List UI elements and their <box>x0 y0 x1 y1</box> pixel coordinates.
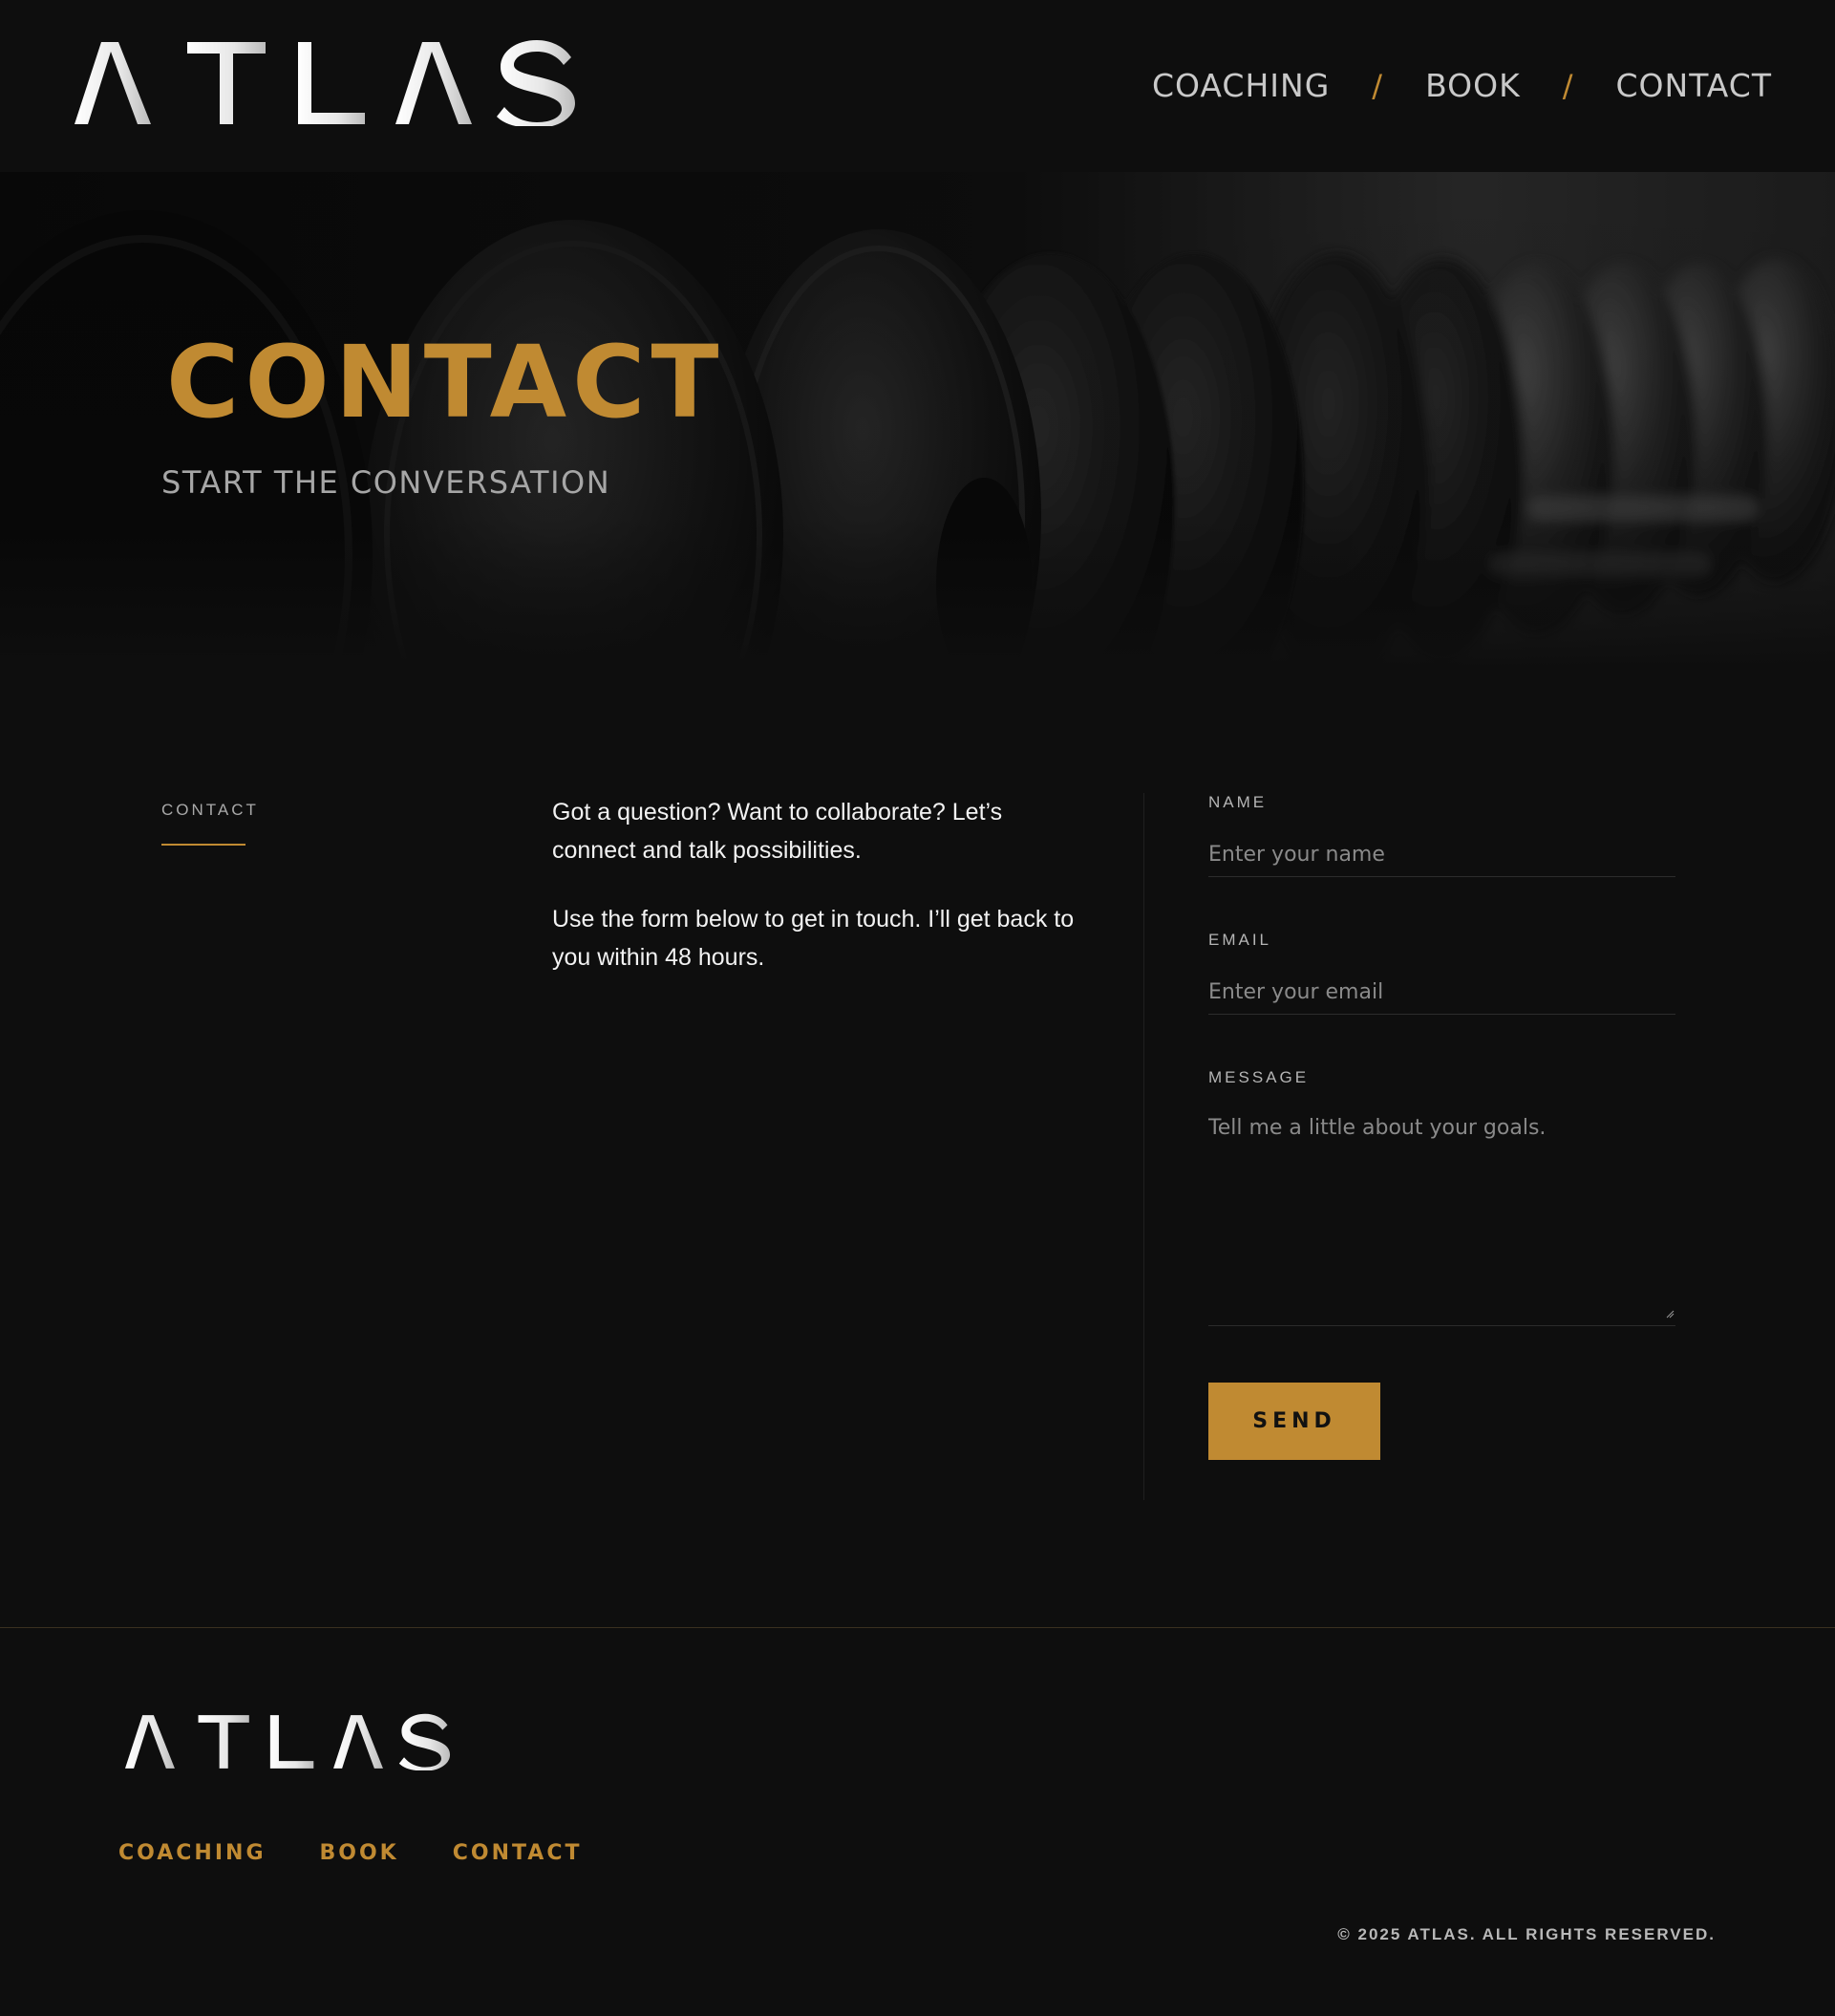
nav-link-coaching[interactable]: COACHING <box>1152 67 1330 104</box>
nav-link-book[interactable]: BOOK <box>1425 67 1521 104</box>
send-button[interactable]: SEND <box>1208 1383 1380 1460</box>
email-input[interactable] <box>1208 971 1675 1015</box>
intro-text: Got a question? Want to collaborate? Let… <box>552 793 1087 1007</box>
footer-nav: COACHING BOOK CONTACT <box>118 1841 635 1865</box>
name-input[interactable] <box>1208 833 1675 877</box>
footer-link-contact[interactable]: CONTACT <box>453 1841 583 1865</box>
atlas-logo <box>125 1713 451 1770</box>
hero-title: CONTACT <box>166 324 725 440</box>
name-label: NAME <box>1208 793 1268 811</box>
copyright-text: © 2025 ATLAS. ALL RIGHTS RESERVED. <box>1337 1925 1716 1943</box>
intro-paragraph: Got a question? Want to collaborate? Let… <box>552 799 1003 864</box>
site-header: COACHING / BOOK / CONTACT <box>0 0 1835 172</box>
message-textarea[interactable] <box>1208 1116 1675 1326</box>
email-label: EMAIL <box>1208 931 1272 949</box>
section-label-underline <box>161 844 245 846</box>
message-label: MESSAGE <box>1208 1068 1310 1086</box>
footer-link-book[interactable]: BOOK <box>320 1841 399 1865</box>
hero-subtitle: START THE CONVERSATION <box>161 464 611 501</box>
footer-divider <box>0 1627 1835 1628</box>
resize-grip-icon[interactable] <box>1665 1309 1675 1319</box>
nav-separator: / <box>1562 67 1574 104</box>
column-divider <box>1143 793 1144 1500</box>
intro-paragraph: Use the form below to get in touch. I’ll… <box>552 906 1075 971</box>
nav-link-contact[interactable]: CONTACT <box>1616 67 1773 104</box>
section-label: CONTACT <box>161 801 259 819</box>
atlas-logo <box>75 40 575 126</box>
hero-banner: CONTACT START THE CONVERSATION <box>0 172 1835 669</box>
footer-link-coaching[interactable]: COACHING <box>118 1841 267 1865</box>
nav-separator: / <box>1372 67 1384 104</box>
main-nav: COACHING / BOOK / CONTACT <box>1152 67 1772 104</box>
